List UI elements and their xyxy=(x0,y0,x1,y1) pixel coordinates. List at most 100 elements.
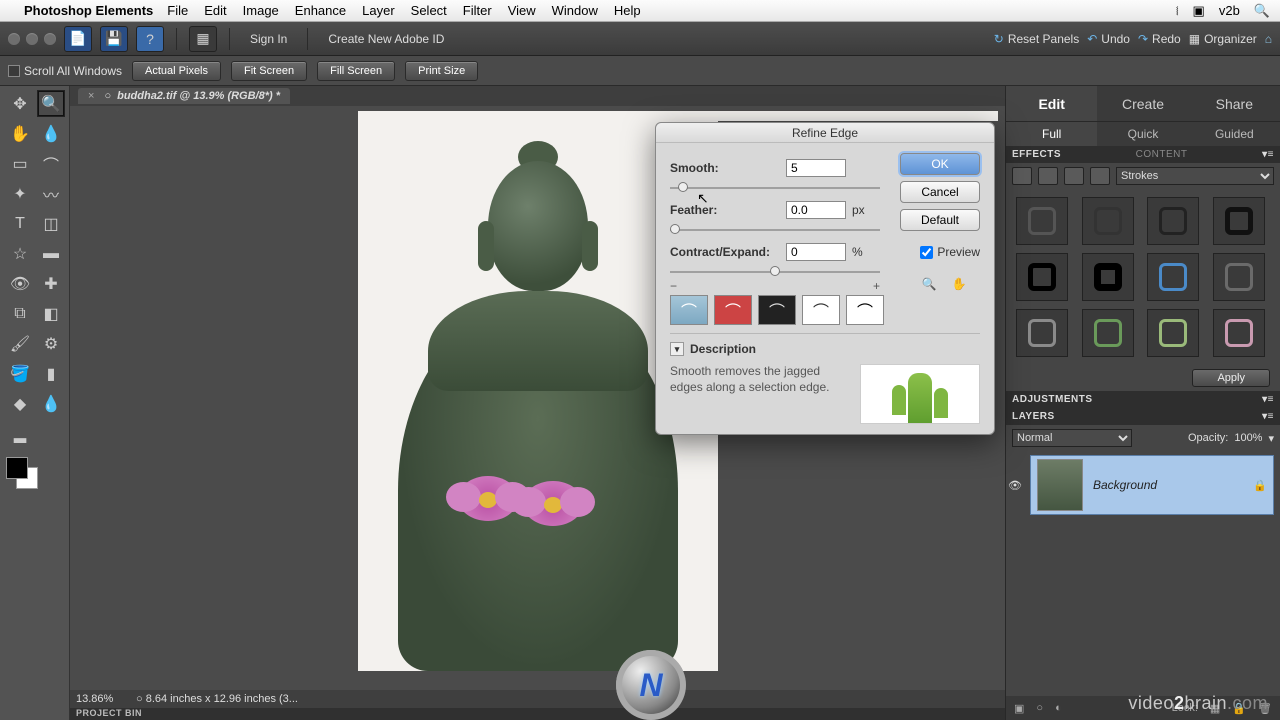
filter-cat-icon[interactable] xyxy=(1012,167,1032,185)
menu-image[interactable]: Image xyxy=(243,3,279,18)
quick-select-tool[interactable]: 〰 xyxy=(37,180,65,207)
new-file-button[interactable]: 📄 xyxy=(64,26,92,52)
print-size-button[interactable]: Print Size xyxy=(405,61,478,81)
document-tab[interactable]: × ○ buddha2.tif @ 13.9% (RGB/8*) * xyxy=(78,88,290,104)
help-button[interactable]: ? xyxy=(136,26,164,52)
smooth-input[interactable] xyxy=(786,159,846,177)
eraser-tool[interactable]: ◧ xyxy=(37,300,65,327)
magic-wand-tool[interactable]: ✦ xyxy=(6,180,34,207)
crop-tool[interactable]: ◫ xyxy=(37,210,65,237)
battery-icon[interactable]: ▣ xyxy=(1193,3,1205,19)
tab-share[interactable]: Share xyxy=(1189,86,1280,121)
foreground-color-swatch[interactable] xyxy=(6,457,28,479)
layer-visibility-icon[interactable]: 👁 xyxy=(1006,479,1024,492)
filter-cat-icon-3[interactable] xyxy=(1064,167,1084,185)
menu-view[interactable]: View xyxy=(508,3,536,18)
menu-layer[interactable]: Layer xyxy=(362,3,395,18)
menu-select[interactable]: Select xyxy=(411,3,447,18)
app-name[interactable]: Photoshop Elements xyxy=(24,3,153,18)
effects-category-select[interactable]: Strokes xyxy=(1116,167,1274,185)
menu-window[interactable]: Window xyxy=(552,3,598,18)
close-tab-icon[interactable]: × xyxy=(88,90,94,102)
redeye-tool[interactable]: 👁 xyxy=(6,270,34,297)
project-bin-header[interactable]: PROJECT BIN xyxy=(70,708,1005,720)
cookie-cutter-tool[interactable]: ☆ xyxy=(6,240,34,267)
subtab-full[interactable]: Full xyxy=(1006,122,1097,146)
bucket-tool[interactable]: 🪣 xyxy=(6,360,34,387)
hand-icon[interactable]: ✋ xyxy=(948,273,970,295)
disclosure-triangle-icon[interactable]: ▾ xyxy=(670,342,684,356)
wifi-icon[interactable]: ⧙ xyxy=(1176,3,1179,19)
tab-edit[interactable]: Edit xyxy=(1006,86,1097,121)
effect-thumb[interactable] xyxy=(1082,309,1134,357)
color-swatches[interactable] xyxy=(6,457,46,497)
eyedropper-tool[interactable]: 💧 xyxy=(37,120,65,147)
zoom-tool[interactable]: 🔍 xyxy=(37,90,65,117)
reset-panels-button[interactable]: ↻Reset Panels xyxy=(994,32,1079,46)
effect-thumb[interactable] xyxy=(1213,253,1265,301)
type-tool[interactable]: T xyxy=(6,210,34,237)
effect-thumb[interactable] xyxy=(1016,253,1068,301)
sign-in-link[interactable]: Sign In xyxy=(242,32,295,46)
adjustments-header[interactable]: ADJUSTMENTS▾≡ xyxy=(1006,391,1280,408)
effect-thumb[interactable] xyxy=(1016,197,1068,245)
blend-mode-select[interactable]: Normal xyxy=(1012,429,1132,447)
preview-on-black[interactable]: ⌒ xyxy=(758,295,796,325)
effects-header[interactable]: EFFECTSCONTENT▾≡ xyxy=(1006,146,1280,163)
shape-tool[interactable]: ◆ xyxy=(6,390,34,417)
preview-checkbox[interactable]: Preview xyxy=(920,245,980,259)
subtab-quick[interactable]: Quick xyxy=(1097,122,1188,146)
menu-filter[interactable]: Filter xyxy=(463,3,492,18)
doc-dimensions[interactable]: ○ 8.64 inches x 12.96 inches (3... xyxy=(136,693,298,705)
scroll-all-windows-checkbox[interactable]: Scroll All Windows xyxy=(8,64,122,78)
cancel-button[interactable]: Cancel xyxy=(900,181,980,203)
tab-create[interactable]: Create xyxy=(1097,86,1188,121)
layers-header[interactable]: LAYERS▾≡ xyxy=(1006,408,1280,425)
dialog-title[interactable]: Refine Edge xyxy=(656,123,994,143)
effect-thumb[interactable] xyxy=(1082,253,1134,301)
zoom-icon[interactable]: 🔍 xyxy=(918,273,940,295)
preview-bw-mask[interactable]: ⌒ xyxy=(846,295,884,325)
preview-standard[interactable]: ⌒ xyxy=(670,295,708,325)
mask-icon[interactable]: ◐ xyxy=(1055,702,1062,714)
effect-thumb[interactable] xyxy=(1082,197,1134,245)
contract-slider[interactable]: −+ xyxy=(670,265,880,279)
move-tool[interactable]: ✥ xyxy=(6,90,34,117)
effect-thumb[interactable] xyxy=(1147,309,1199,357)
save-button[interactable]: 💾 xyxy=(100,26,128,52)
effect-thumb[interactable] xyxy=(1213,309,1265,357)
smooth-slider[interactable] xyxy=(670,181,880,195)
fill-screen-button[interactable]: Fill Screen xyxy=(317,61,395,81)
effect-thumb[interactable] xyxy=(1147,197,1199,245)
feather-slider[interactable] xyxy=(670,223,880,237)
gradient-tool[interactable]: ▮ xyxy=(37,360,65,387)
smart-brush-tool[interactable]: ⚙ xyxy=(37,330,65,357)
redo-button[interactable]: ↷Redo xyxy=(1138,32,1181,46)
menu-file[interactable]: File xyxy=(167,3,188,18)
layer-thumbnail[interactable] xyxy=(1037,459,1083,511)
apply-button[interactable]: Apply xyxy=(1192,369,1270,387)
home-button[interactable]: ⌂ xyxy=(1265,32,1272,46)
description-toggle[interactable]: ▾ Description xyxy=(670,342,980,356)
filter-cat-icon-4[interactable] xyxy=(1090,167,1110,185)
clone-tool[interactable]: ⧉ xyxy=(6,300,34,327)
default-button[interactable]: Default xyxy=(900,209,980,231)
hand-tool[interactable]: ✋ xyxy=(6,120,34,147)
menu-enhance[interactable]: Enhance xyxy=(295,3,346,18)
ok-button[interactable]: OK xyxy=(900,153,980,175)
contract-input[interactable] xyxy=(786,243,846,261)
user-label[interactable]: v2b xyxy=(1219,3,1240,18)
preview-on-white[interactable]: ⌒ xyxy=(802,295,840,325)
effect-thumb[interactable] xyxy=(1213,197,1265,245)
blur-tool[interactable]: 💧 xyxy=(37,390,65,417)
preview-mask-red[interactable]: ⌒ xyxy=(714,295,752,325)
effect-thumb[interactable] xyxy=(1147,253,1199,301)
actual-pixels-button[interactable]: Actual Pixels xyxy=(132,61,221,81)
create-adobe-id-link[interactable]: Create New Adobe ID xyxy=(320,32,452,46)
fit-screen-button[interactable]: Fit Screen xyxy=(231,61,307,81)
opacity-value[interactable]: 100% xyxy=(1234,432,1262,444)
zoom-level[interactable]: 13.86% xyxy=(76,693,136,705)
straighten-tool[interactable]: ▬ xyxy=(37,240,65,267)
subtab-guided[interactable]: Guided xyxy=(1189,122,1280,146)
organizer-button[interactable]: ▦Organizer xyxy=(1189,32,1257,46)
